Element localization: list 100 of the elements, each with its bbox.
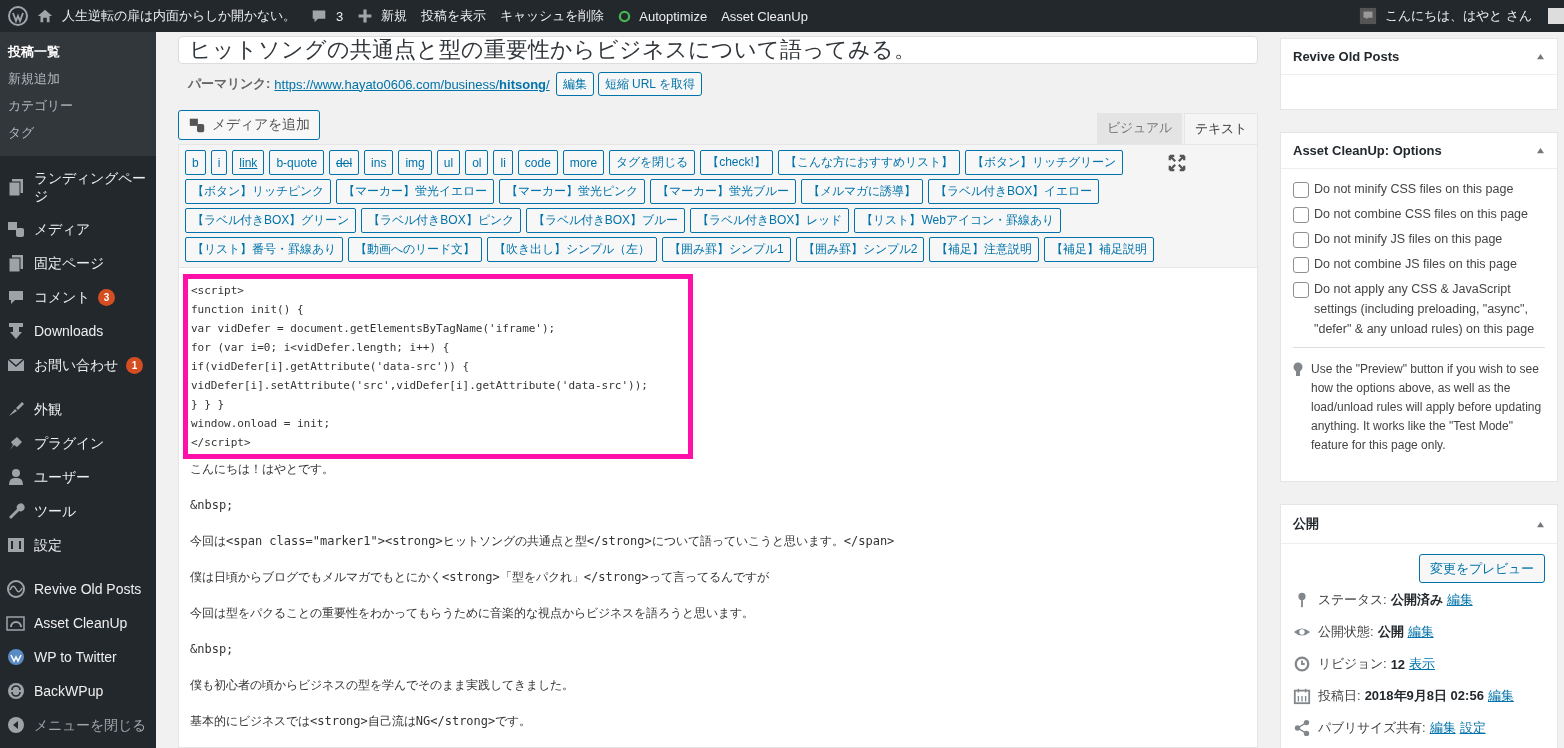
checkbox[interactable] [1293, 182, 1309, 198]
edit-link[interactable]: 表示 [1409, 655, 1436, 673]
menu-item[interactable]: 外観 [34, 400, 62, 418]
count-badge: 1 [126, 356, 143, 374]
quicktag-button[interactable]: 【マーカー】蛍光ブルー [650, 179, 796, 204]
menu-item[interactable]: メニューを閉じる [34, 716, 146, 734]
quicktag-button[interactable]: del [329, 150, 360, 175]
quicktag-button[interactable]: 【マーカー】蛍光イエロー [336, 179, 494, 204]
submenu-item[interactable]: タグ [0, 119, 156, 146]
edit-link[interactable]: 設定 [1459, 719, 1486, 737]
menu-item[interactable]: コメント [34, 288, 90, 306]
quicktag-button[interactable]: b [185, 150, 206, 175]
quicktag-button[interactable]: img [398, 150, 432, 175]
add-media-button[interactable]: メディアを追加 [178, 110, 320, 140]
code-line: <script> [191, 283, 245, 299]
checkbox[interactable] [1293, 282, 1309, 298]
caret-icon[interactable] [1536, 520, 1545, 528]
checkbox[interactable] [1293, 232, 1309, 248]
editor-tab[interactable]: ビジュアル [1097, 113, 1182, 144]
quicktag-button[interactable]: 【動画へのリード文】 [348, 237, 482, 262]
quicktag-button[interactable]: 【ラベル付きBOX】グリーン [185, 208, 357, 233]
checkbox[interactable] [1293, 257, 1309, 273]
menu-item[interactable]: メディア [34, 220, 90, 238]
post-title-field[interactable]: ヒットソングの共通点と型の重要性からビジネスについて語ってみる。 [178, 36, 1258, 64]
gauge-icon [6, 613, 26, 633]
menu-item[interactable]: プラグイン [34, 434, 104, 452]
menu-item[interactable]: Downloads [34, 322, 104, 340]
quicktag-button[interactable]: 【メルマガに誘導】 [801, 179, 923, 204]
quicktag-button[interactable]: code [517, 150, 558, 175]
quicktag-button[interactable]: li [493, 150, 513, 175]
quicktag-button[interactable]: link [232, 150, 265, 175]
admin-bar-link[interactable]: 投稿を表示 [421, 7, 487, 25]
edit-link[interactable]: 編集 [1407, 623, 1434, 641]
menu-item[interactable]: 固定ページ [34, 254, 104, 272]
edit-link[interactable]: 編集 [1487, 687, 1514, 705]
quicktag-button[interactable]: 【リスト】番号・罫線あり [185, 237, 343, 262]
menu-item[interactable]: Revive Old Posts [34, 580, 142, 598]
preview-changes-button[interactable]: 変更をプレビュー [1419, 554, 1545, 583]
status-label: 投稿日: [1318, 687, 1361, 705]
ring-icon [618, 9, 632, 23]
code-line: for (var i=0; i<vidDefer.length; i++) { [191, 340, 451, 356]
menu-item[interactable]: お問い合わせ [34, 356, 118, 374]
quicktag-button[interactable]: 【囲み罫】シンプル2 [795, 237, 925, 262]
download-icon [6, 321, 26, 341]
permalink-button[interactable]: 短縮 URL を取得 [597, 72, 702, 96]
edit-link[interactable]: 編集 [1446, 591, 1473, 609]
quicktag-button[interactable]: 【マーカー】蛍光ピンク [499, 179, 645, 204]
quicktag-button[interactable]: 【リスト】Webアイコン・罫線あり [854, 208, 1061, 233]
quicktag-button[interactable]: 【ラベル付きBOX】ブルー [525, 208, 686, 233]
menu-item[interactable]: WP to Twitter [34, 648, 117, 666]
menu-item[interactable]: Asset CleanUp [34, 614, 128, 632]
quicktag-button[interactable]: 【ラベル付きBOX】レッド [690, 208, 850, 233]
fullscreen-icon[interactable] [1168, 154, 1187, 172]
site-name-link[interactable]: 人生逆転の扉は内面からしか開かない。 [62, 7, 296, 25]
status-value: 2018年9月8日 02:56 [1364, 687, 1484, 705]
quicktag-button[interactable]: 【補足】注意説明 [929, 237, 1040, 262]
submenu-item[interactable]: 投稿一覧 [0, 38, 156, 65]
admin-bar-link[interactable]: Autoptimize [639, 8, 708, 24]
menu-item[interactable]: BackWPup [34, 682, 104, 700]
wordpress-logo-icon[interactable] [8, 6, 28, 26]
quicktag-button[interactable]: 【ボタン】リッチピンク [185, 179, 331, 204]
text-line: 僕も初心者の頃からビジネスの型を学んでそのまま実践してきました。 [190, 677, 575, 694]
quicktag-button[interactable]: 【吹き出し】シンプル（左） [487, 237, 657, 262]
quicktag-button[interactable]: ul [436, 150, 461, 175]
text-editor-area[interactable] [178, 268, 1258, 748]
quicktag-button[interactable]: i [210, 150, 228, 175]
quicktag-button[interactable]: 【こんな方におすすめリスト】 [777, 150, 960, 175]
submenu-item[interactable]: カテゴリー [0, 92, 156, 119]
greeting-link[interactable]: こんにちは、はやと さん [1385, 7, 1532, 25]
quicktag-button[interactable]: 【囲み罫】シンプル1 [662, 237, 791, 262]
quicktag-button[interactable]: タグを閉じる [609, 150, 696, 175]
edit-link[interactable]: 編集 [1429, 719, 1456, 737]
permalink-button[interactable]: 編集 [555, 72, 594, 96]
quicktag-button[interactable]: 【check!】 [700, 150, 773, 175]
text-line: 今回は<span class="marker1"><strong>ヒットソングの共通点と型</strong>について語っていこうと思います。</span> [190, 533, 896, 550]
menu-item[interactable]: ユーザー [34, 468, 90, 486]
count-badge: 3 [98, 288, 115, 306]
panel-title: 公開 [1293, 515, 1319, 533]
quicktag-button[interactable]: 【ラベル付きBOX】イエロー [928, 179, 1100, 204]
permalink-link[interactable]: https://www.hayato0606.com/business/hitsong/ [274, 76, 550, 92]
menu-item[interactable]: ツール [34, 502, 76, 520]
quicktag-button[interactable]: ins [364, 150, 394, 175]
quicktag-button[interactable]: ol [465, 150, 489, 175]
quicktag-button[interactable]: b-quote [269, 150, 325, 175]
editor-tab[interactable]: テキスト [1184, 113, 1258, 144]
checkbox[interactable] [1293, 207, 1309, 223]
text-line: 僕は日頃からブログでもメルマガでもとにかく<strong>「型をパクれ」</strong>って言ってるんですが [190, 569, 770, 586]
quicktag-button[interactable]: 【ラベル付きBOX】ピンク [361, 208, 521, 233]
submenu-item[interactable]: 新規追加 [0, 65, 156, 92]
caret-icon[interactable] [1536, 147, 1545, 154]
quicktag-button[interactable]: 【ボタン】リッチグリーン [964, 150, 1123, 175]
admin-bar-link[interactable]: キャッシュを削除 [500, 7, 605, 25]
quicktag-button[interactable]: 【補足】補足説明 [1044, 237, 1155, 262]
menu-item[interactable]: ランディングページ [34, 169, 150, 205]
menu-item[interactable]: 設定 [34, 536, 62, 554]
quicktag-button[interactable]: more [562, 150, 605, 175]
comment-count[interactable]: 3 [336, 8, 344, 24]
admin-bar-link[interactable]: 新規 [381, 7, 408, 25]
caret-icon[interactable] [1536, 53, 1545, 60]
admin-bar-link[interactable]: Asset CleanUp [721, 8, 808, 24]
